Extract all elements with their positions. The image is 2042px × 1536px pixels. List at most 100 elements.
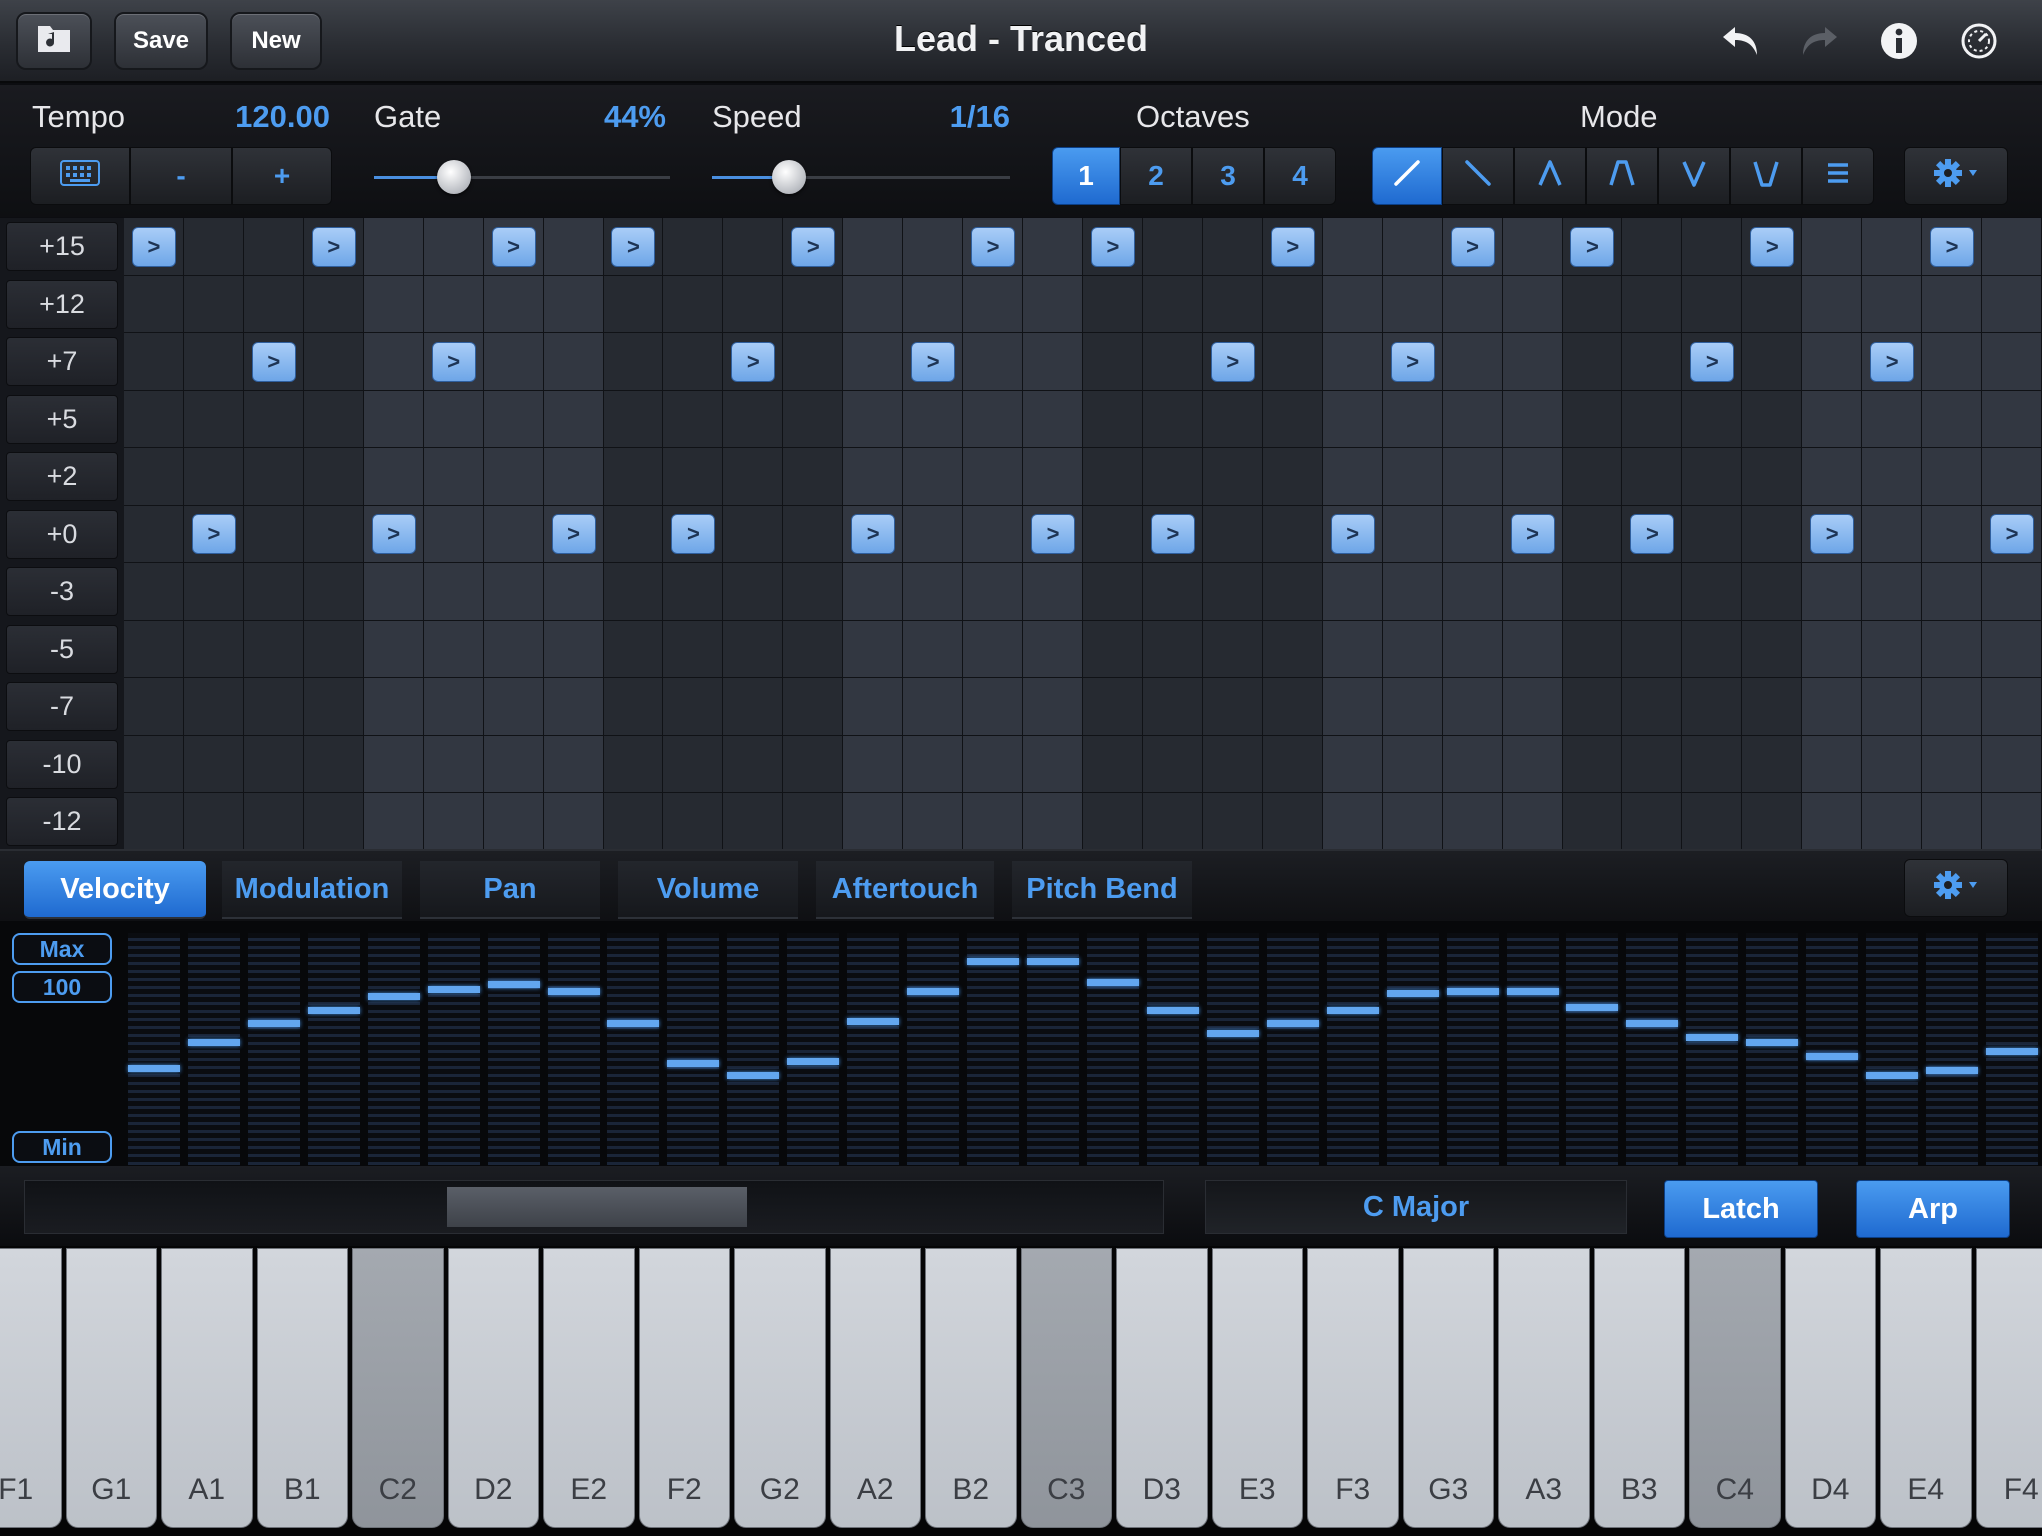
grid-cell[interactable] [1982, 390, 2042, 448]
grid-cell[interactable] [1382, 563, 1443, 621]
velocity-column[interactable] [307, 933, 360, 1165]
info-icon[interactable] [1872, 14, 1926, 68]
grid-cell[interactable] [1262, 448, 1323, 506]
step-note[interactable]: > [1930, 226, 1975, 267]
grid-cell[interactable] [1562, 505, 1623, 563]
grid-cell[interactable] [483, 275, 544, 333]
settings-dial-icon[interactable] [1952, 14, 2006, 68]
grid-cell[interactable] [1502, 678, 1563, 736]
grid-cell[interactable] [1622, 793, 1683, 851]
grid-cell[interactable] [243, 505, 304, 563]
velocity-min-label[interactable]: Min [12, 1131, 112, 1163]
grid-cell[interactable] [243, 218, 304, 276]
grid-cell[interactable] [423, 793, 484, 851]
tab-pitch-bend[interactable]: Pitch Bend [1012, 861, 1192, 919]
velocity-value-bar[interactable] [727, 1071, 780, 1079]
grid-cell[interactable] [903, 390, 964, 448]
grid-cell[interactable] [843, 563, 904, 621]
grid-cell[interactable] [303, 390, 364, 448]
grid-cell[interactable] [903, 505, 964, 563]
grid-cell[interactable] [1142, 620, 1203, 678]
arp-button[interactable]: Arp [1856, 1180, 2010, 1238]
grid-cell[interactable] [1802, 333, 1863, 391]
grid-cell[interactable] [423, 620, 484, 678]
grid-cell[interactable] [663, 735, 724, 793]
keyboard-scroll-thumb[interactable] [447, 1187, 747, 1227]
grid-cell[interactable] [963, 448, 1024, 506]
grid-cell[interactable] [723, 505, 784, 563]
grid-cell[interactable] [483, 793, 544, 851]
grid-cell[interactable] [183, 275, 244, 333]
lane-settings-button[interactable] [1904, 859, 2008, 917]
grid-cell[interactable] [303, 333, 364, 391]
grid-cell[interactable] [843, 678, 904, 736]
step-note[interactable]: > [1270, 226, 1315, 267]
grid-cell[interactable] [1083, 678, 1143, 736]
step-note[interactable]: > [1870, 341, 1915, 382]
grid-cell[interactable] [663, 275, 724, 333]
grid-cell[interactable] [1562, 620, 1623, 678]
grid-cell[interactable] [1622, 390, 1683, 448]
grid-cell[interactable] [1562, 448, 1623, 506]
grid-cell[interactable] [1023, 563, 1083, 621]
grid-cell[interactable] [603, 563, 664, 621]
grid-cell[interactable] [1142, 275, 1203, 333]
velocity-value-bar[interactable] [1746, 1039, 1799, 1047]
grid-cell[interactable] [1262, 793, 1323, 851]
grid-cell[interactable] [1262, 678, 1323, 736]
grid-cell[interactable] [1083, 448, 1143, 506]
velocity-value-bar[interactable] [1446, 988, 1499, 995]
piano-key[interactable]: B3 [1593, 1248, 1685, 1528]
grid-cell[interactable] [1922, 390, 1983, 448]
grid-cell[interactable] [1922, 448, 1983, 506]
grid-cell[interactable] [1142, 333, 1203, 391]
velocity-column[interactable] [1266, 933, 1319, 1165]
velocity-column[interactable] [247, 933, 300, 1165]
piano-key[interactable]: B1 [256, 1248, 348, 1528]
grid-cell[interactable] [1382, 735, 1443, 793]
grid-cell[interactable] [243, 793, 304, 851]
grid-cell[interactable] [1622, 563, 1683, 621]
grid-cell[interactable] [783, 333, 844, 391]
tempo-increase-button[interactable]: + [232, 147, 332, 205]
grid-cell[interactable] [543, 333, 604, 391]
velocity-column[interactable] [1986, 933, 2039, 1165]
step-note[interactable]: > [611, 226, 656, 267]
grid-cell[interactable] [963, 678, 1024, 736]
velocity-value-bar[interactable] [1326, 1006, 1379, 1014]
grid-cell[interactable] [1862, 735, 1923, 793]
velocity-value-bar[interactable] [487, 981, 540, 989]
piano-key[interactable]: G1 [65, 1248, 157, 1528]
grid-cell[interactable] [483, 390, 544, 448]
grid-cell[interactable] [843, 793, 904, 851]
grid-cell[interactable] [1442, 793, 1503, 851]
grid-cell[interactable] [603, 275, 664, 333]
grid-cell[interactable] [783, 678, 844, 736]
grid-cell[interactable] [963, 793, 1024, 851]
grid-cell[interactable] [1202, 390, 1263, 448]
step-note[interactable]: > [1090, 226, 1135, 267]
step-note[interactable]: > [1990, 514, 2035, 555]
grid-cell[interactable] [183, 620, 244, 678]
grid-cell[interactable] [363, 390, 424, 448]
velocity-value-bar[interactable] [1027, 957, 1080, 965]
grid-cell[interactable] [1802, 563, 1863, 621]
octave-1-button[interactable]: 1 [1052, 147, 1120, 205]
grid-cell[interactable] [1982, 735, 2042, 793]
grid-cell[interactable] [1682, 735, 1743, 793]
velocity-value-bar[interactable] [787, 1057, 840, 1065]
velocity-value-bar[interactable] [907, 988, 960, 995]
grid-cell[interactable] [783, 505, 844, 563]
step-note[interactable]: > [1690, 341, 1735, 382]
step-note[interactable]: > [1510, 514, 1555, 555]
grid-cell[interactable] [183, 563, 244, 621]
grid-cell[interactable] [843, 620, 904, 678]
velocity-value-bar[interactable] [1206, 1029, 1259, 1037]
grid-cell[interactable] [1442, 678, 1503, 736]
grid-cell[interactable] [843, 333, 904, 391]
scale-selector[interactable]: C Major [1205, 1180, 1627, 1234]
mode-down-up-button[interactable] [1658, 147, 1730, 205]
grid-cell[interactable] [903, 793, 964, 851]
grid-cell[interactable] [124, 275, 184, 333]
grid-cell[interactable] [423, 505, 484, 563]
